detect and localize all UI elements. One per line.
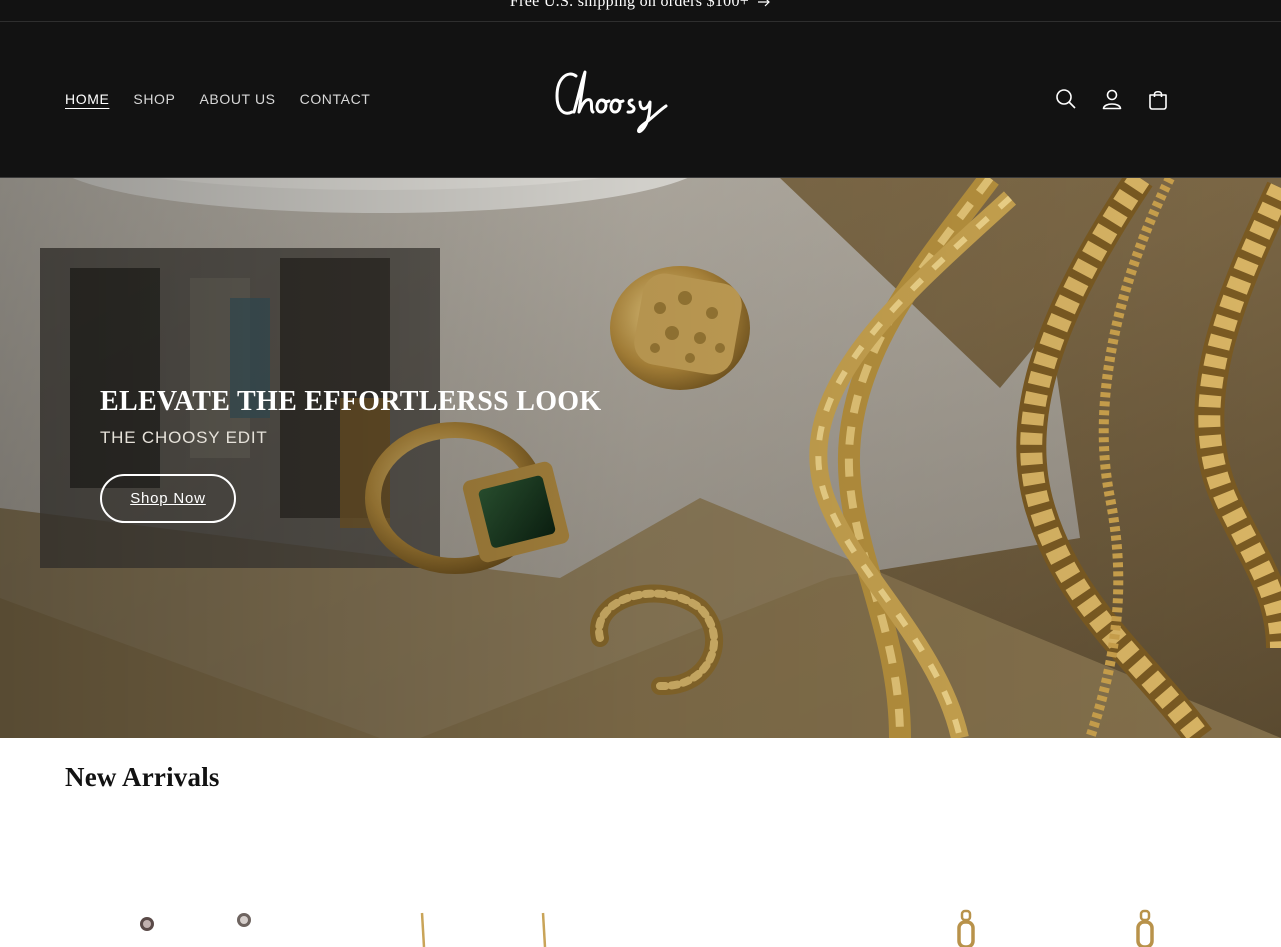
hero-subtitle: THE CHOOSY EDIT: [100, 428, 268, 447]
hero-title: ELEVATE THE EFFORTLERSS LOOK: [100, 386, 602, 417]
hero-content: ELEVATE THE EFFORTLERSS LOOK THE CHOOSY …: [100, 386, 601, 523]
nav-about-us[interactable]: ABOUT US: [199, 91, 275, 107]
cart-icon[interactable]: [1145, 86, 1171, 112]
account-icon[interactable]: [1099, 86, 1125, 112]
site-header: HOME SHOP ABOUT US CONTACT: [0, 22, 1281, 178]
nav-shop[interactable]: SHOP: [133, 91, 175, 107]
search-icon[interactable]: [1053, 86, 1079, 112]
nav-home[interactable]: HOME: [65, 91, 109, 107]
main-nav: HOME SHOP ABOUT US CONTACT: [65, 91, 370, 107]
shop-now-button[interactable]: Shop Now: [100, 474, 236, 523]
new-arrivals-title: New Arrivals: [65, 762, 220, 792]
header-icons: [1053, 86, 1171, 112]
announcement-text: Free U.S. shipping on orders $100+: [509, 0, 750, 10]
product-card[interactable]: [65, 880, 325, 947]
product-card[interactable]: [345, 880, 605, 947]
arrow-right-icon: [758, 0, 770, 7]
product-image: [957, 909, 1154, 947]
product-card[interactable]: [905, 880, 1181, 947]
choosy-logo[interactable]: [552, 64, 674, 136]
hero-banner: ELEVATE THE EFFORTLERSS LOOK THE CHOOSY …: [0, 178, 1281, 738]
announcement-bar: Free U.S. shipping on orders $100+: [0, 0, 1281, 22]
product-image: [140, 913, 251, 931]
product-card[interactable]: [625, 880, 885, 947]
announcement-link[interactable]: Free U.S. shipping on orders $100+: [510, 0, 771, 11]
product-image: [420, 912, 547, 947]
nav-contact[interactable]: CONTACT: [300, 91, 371, 107]
